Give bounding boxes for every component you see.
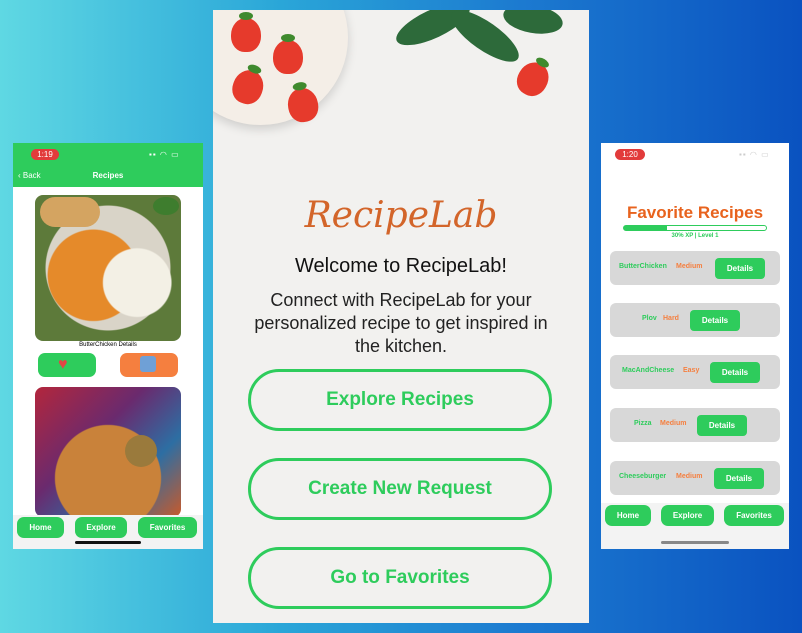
butter-chicken-image[interactable]: [35, 195, 181, 341]
favorites-phone-screen: 1:20 ▪▪ ◠ ▭ Favorite Recipes 30% XP | Le…: [601, 143, 789, 549]
recipes-phone-screen: 1:19 ▪▪ ◠ ▭ ‹ Back Recipes ButterChicken…: [13, 143, 203, 549]
tab-explore[interactable]: Explore: [75, 517, 127, 538]
xp-fill: [624, 226, 667, 230]
details-button[interactable]: Details: [697, 415, 747, 436]
recipe-difficulty: Medium: [676, 473, 703, 480]
recipe-caption[interactable]: ButterChicken Details: [13, 342, 203, 348]
welcome-screen: RecipeLab Welcome to RecipeLab! Connect …: [213, 10, 589, 623]
page-title: Favorite Recipes: [626, 203, 764, 222]
details-button[interactable]: Details: [715, 258, 765, 279]
xp-text: 30% XP | Level 1: [671, 233, 719, 239]
status-time: 1:20: [615, 149, 645, 160]
recipe-difficulty: Medium: [660, 420, 687, 427]
thumbs-down-icon: [140, 356, 156, 372]
favorite-button[interactable]: ♥: [38, 353, 96, 377]
explore-recipes-button[interactable]: Explore Recipes: [248, 369, 552, 431]
heart-icon: ♥: [58, 356, 68, 373]
brand-logo: RecipeLab: [304, 195, 498, 236]
details-button[interactable]: Details: [710, 362, 760, 383]
create-request-button[interactable]: Create New Request: [248, 458, 552, 520]
recipe-name: MacAndCheese: [622, 367, 675, 374]
xp-progress-bar: [623, 225, 767, 231]
recipe-difficulty: Easy: [683, 367, 700, 374]
nav-title: Recipes: [92, 171, 124, 180]
tab-home[interactable]: Home: [605, 505, 651, 526]
signal-icons: ▪▪ ◠ ▭: [149, 150, 180, 159]
details-button[interactable]: Details: [714, 468, 764, 489]
recipe-difficulty: Medium: [676, 263, 703, 270]
recipe-name: Cheeseburger: [619, 473, 667, 480]
favorite-card: ButterChicken Medium Details: [610, 251, 780, 285]
tab-favorites[interactable]: Favorites: [724, 505, 784, 526]
tab-home[interactable]: Home: [17, 517, 64, 538]
signal-icons: ▪▪ ◠ ▭: [739, 150, 770, 159]
recipe-name: Plov: [642, 315, 657, 322]
favorite-card: Cheeseburger Medium Details: [610, 461, 780, 495]
welcome-heading: Welcome to RecipeLab!: [295, 255, 507, 277]
tab-favorites[interactable]: Favorites: [138, 517, 197, 538]
favorite-card: MacAndCheese Easy Details: [610, 355, 780, 389]
recipe-name: ButterChicken: [619, 263, 667, 270]
details-button[interactable]: Details: [690, 310, 740, 331]
go-to-favorites-button[interactable]: Go to Favorites: [248, 547, 552, 609]
recipe-name: Pizza: [634, 420, 652, 427]
plov-image[interactable]: [35, 387, 181, 517]
home-indicator: [661, 541, 729, 544]
favorite-card: Pizza Medium Details: [610, 408, 780, 442]
recipe-difficulty: Hard: [663, 315, 679, 322]
favorite-card: Plov Hard Details: [610, 303, 780, 337]
welcome-subtitle: Connect with RecipeLab for your personal…: [254, 290, 548, 356]
dislike-button[interactable]: [120, 353, 178, 377]
tab-explore[interactable]: Explore: [661, 505, 714, 526]
home-indicator: [75, 541, 141, 544]
status-time: 1:19: [31, 149, 59, 160]
